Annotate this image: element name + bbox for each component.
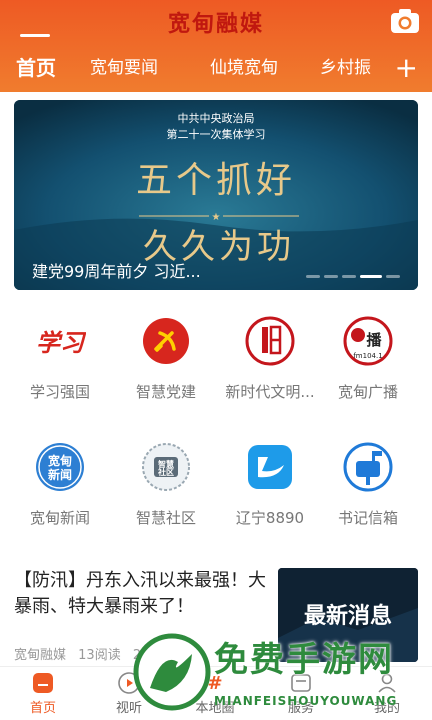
- user-icon: [375, 671, 399, 695]
- bottom-nav: 首页 视听 # 本地圈 服务 我的: [0, 666, 432, 720]
- app-title: 宽甸融媒: [167, 11, 264, 37]
- grid-label: 智慧社区: [135, 509, 196, 527]
- news-source: 宽甸融媒: [14, 648, 67, 663]
- grid-label: 书记信箱: [337, 509, 398, 527]
- liaoning-icon: [244, 441, 296, 493]
- grid-item-party[interactable]: 智慧党建: [112, 315, 220, 402]
- tab-kuandian-news[interactable]: 宽甸要闻: [90, 52, 158, 84]
- mailbox-icon: [342, 441, 394, 493]
- nav-item-service[interactable]: 服务: [258, 671, 344, 716]
- nav-label: 本地圈: [195, 701, 235, 716]
- carousel-dot-active: [360, 275, 382, 278]
- grid-label: 宽甸新闻: [29, 509, 90, 527]
- carousel-dot: [342, 275, 356, 278]
- carousel-indicator: [306, 275, 400, 278]
- xuexi-logo-icon: 学习: [34, 315, 87, 367]
- carousel-dot: [324, 275, 338, 278]
- svg-text:★: ★: [212, 212, 221, 223]
- grid-item-mailbox[interactable]: 书记信箱: [314, 441, 422, 528]
- nav-item-profile[interactable]: 我的: [344, 671, 430, 716]
- svg-text:新闻: 新闻: [48, 467, 72, 482]
- plus-icon[interactable]: +: [395, 54, 418, 82]
- active-tab-indicator: [20, 34, 50, 37]
- carousel-dot: [306, 275, 320, 278]
- app-screen: 宽甸融媒 首页 宽甸要闻 仙境宽甸 乡村振 + 中共中央政治局 第二十一次集体学…: [0, 0, 432, 720]
- news-title[interactable]: 【防汛】丹东入汛以来最强！大暴雨、特大暴雨来了！: [14, 568, 266, 620]
- party-emblem-icon: [140, 315, 192, 367]
- carousel-dot: [386, 275, 400, 278]
- svg-text:社区: 社区: [157, 467, 174, 477]
- camera-icon[interactable]: [390, 8, 420, 34]
- civilization-seal-icon: [244, 315, 296, 367]
- banner-line2: 第二十一次集体学习: [167, 127, 266, 141]
- grid-item-civilization[interactable]: 新时代文明...: [216, 315, 324, 402]
- channel-tabs: 首页 宽甸要闻 仙境宽甸 乡村振: [0, 52, 432, 88]
- radio-icon: 播 fm104.1: [342, 315, 394, 367]
- grid-label: 宽甸广播: [337, 383, 398, 401]
- news-meta: 宽甸融媒 13阅读 23小时前: [14, 644, 196, 663]
- news-time: 23小时前: [132, 648, 189, 663]
- service-icon: [289, 671, 313, 695]
- banner-caption[interactable]: 建党99周年前夕 习近...: [32, 258, 201, 282]
- nav-item-local[interactable]: # 本地圈: [172, 671, 258, 716]
- svg-text:宽甸: 宽甸: [47, 453, 72, 468]
- grid-label: 新时代文明...: [225, 383, 315, 401]
- grid-label: 智慧党建: [135, 383, 196, 401]
- news-thumbnail[interactable]: 最新消息: [278, 568, 418, 662]
- top-header: 宽甸融媒 首页 宽甸要闻 仙境宽甸 乡村振 +: [0, 0, 432, 92]
- grid-item-xuexi[interactable]: 学习 学习强国: [6, 315, 114, 402]
- nav-label: 我的: [373, 701, 400, 716]
- tab-home[interactable]: 首页: [16, 52, 56, 84]
- banner-carousel[interactable]: 中共中央政治局 第二十一次集体学习 五个抓好 ★ 久久为功 建党99周年前夕 习…: [14, 100, 418, 290]
- nav-label: 服务: [287, 701, 314, 716]
- tab-rural[interactable]: 乡村振: [320, 52, 371, 84]
- grid-item-liaoning[interactable]: 辽宁8890: [216, 441, 324, 528]
- nav-item-video[interactable]: 视听: [86, 671, 172, 716]
- tab-xianjing[interactable]: 仙境宽甸: [210, 52, 278, 84]
- home-icon: [31, 671, 55, 695]
- news-badge-icon: 宽甸 新闻: [34, 441, 86, 493]
- svg-text:学习: 学习: [36, 328, 86, 357]
- grid-label: 学习强国: [29, 383, 90, 401]
- nav-label: 首页: [29, 701, 56, 716]
- grid-item-radio[interactable]: 播 fm104.1 宽甸广播: [314, 315, 422, 402]
- svg-text:#: #: [207, 673, 222, 694]
- news-list-item[interactable]: 【防汛】丹东入汛以来最强！大暴雨、特大暴雨来了！ 宽甸融媒 13阅读 23小时前…: [0, 560, 432, 670]
- svg-text:播: 播: [366, 331, 382, 349]
- banner-headline1: 五个抓好: [136, 160, 296, 201]
- hashtag-icon: #: [203, 671, 227, 695]
- grid-item-news[interactable]: 宽甸 新闻 宽甸新闻: [6, 441, 114, 528]
- grid-item-community[interactable]: 智慧 社区 智慧社区: [112, 441, 220, 528]
- nav-item-home[interactable]: 首页: [0, 671, 86, 716]
- news-thumb-text: 最新消息: [303, 603, 392, 629]
- nav-label: 视听: [115, 701, 142, 716]
- news-reads: 13阅读: [78, 648, 121, 663]
- banner-line1: 中共中央政治局: [178, 111, 255, 125]
- play-icon: [117, 671, 141, 695]
- svg-text:fm104.1: fm104.1: [353, 352, 382, 360]
- grid-label: 辽宁8890: [235, 509, 305, 527]
- community-icon: 智慧 社区: [140, 441, 192, 493]
